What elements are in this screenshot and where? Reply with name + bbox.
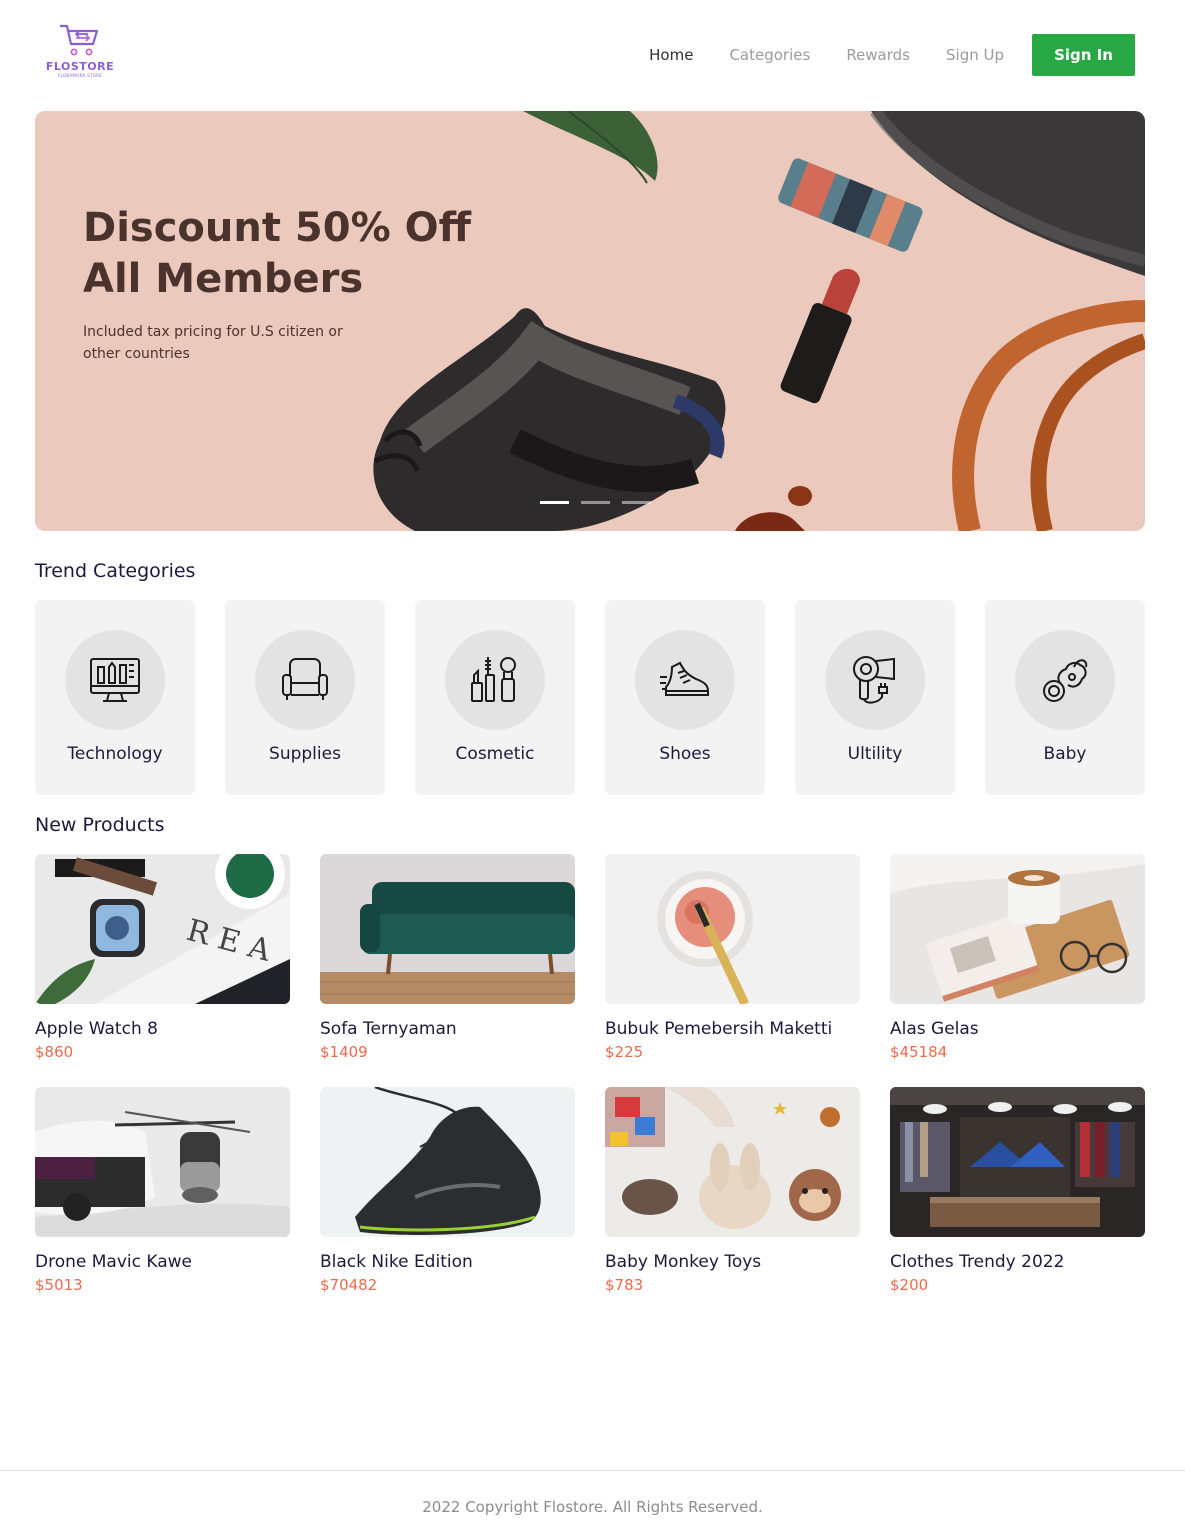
carousel-dot-1[interactable] [540, 501, 569, 504]
product-price: $200 [890, 1276, 929, 1294]
hero-title: Discount 50% Off All Members [83, 203, 543, 305]
product-price: $45184 [890, 1043, 948, 1061]
hero-banner[interactable]: Discount 50% Off All Members Included ta… [35, 111, 1145, 531]
new-products-title: New Products [35, 814, 165, 836]
hero-title-line-2: All Members [83, 256, 364, 302]
product-card[interactable]: Black Nike Edition $70482 [320, 1087, 575, 1320]
product-card[interactable]: Drone Mavic Kawe $5013 [35, 1087, 290, 1320]
site-footer: 2022 Copyright Flostore. All Rights Rese… [0, 1470, 1185, 1540]
product-name[interactable]: Clothes Trendy 2022 [890, 1252, 1145, 1272]
logo-subtitle: FLOBAMORA STORE [57, 73, 103, 78]
product-card[interactable]: R E A Apple Watch 8 $860 [35, 854, 290, 1087]
product-grid: R E A Apple Watch 8 $860 Sofa Ternyaman … [35, 854, 1145, 1320]
carousel-indicators [540, 501, 663, 504]
product-card[interactable]: Bubuk Pemebersih Maketti $225 [605, 854, 860, 1087]
product-image-nike-shoe[interactable] [320, 1087, 575, 1237]
nav-categories[interactable]: Categories [729, 46, 810, 64]
category-label: Ultility [847, 744, 903, 764]
category-card-technology[interactable]: Technology [35, 600, 195, 795]
copyright-text: 2022 Copyright Flostore. All Rights Rese… [422, 1498, 763, 1516]
product-name[interactable]: Sofa Ternyaman [320, 1019, 575, 1039]
category-icon-circle [445, 630, 545, 730]
site-header: FLOSTORE FLOBAMORA STORE Home Categories… [0, 0, 1185, 108]
product-card[interactable]: Baby Monkey Toys $783 [605, 1087, 860, 1320]
nav-home[interactable]: Home [649, 46, 693, 64]
product-name[interactable]: Baby Monkey Toys [605, 1252, 860, 1272]
monitor-icon [90, 658, 140, 702]
category-icon-circle [255, 630, 355, 730]
category-label: Technology [67, 744, 163, 764]
product-price: $225 [605, 1043, 644, 1061]
product-image-clothes-store[interactable] [890, 1087, 1145, 1237]
store-logo[interactable]: FLOSTORE FLOBAMORA STORE [40, 22, 120, 86]
category-card-utility[interactable]: Ultility [795, 600, 955, 795]
pacifier-icon [1043, 659, 1088, 702]
category-label: Cosmetic [455, 744, 535, 764]
category-label: Baby [1043, 744, 1087, 764]
category-icon-circle [635, 630, 735, 730]
product-price: $5013 [35, 1276, 83, 1294]
product-name[interactable]: Drone Mavic Kawe [35, 1252, 290, 1272]
product-image-coasters[interactable] [890, 854, 1145, 1004]
product-image-apple-watch[interactable]: R E A [35, 854, 290, 1004]
hair-dryer-icon [853, 656, 895, 704]
category-card-baby[interactable]: Baby [985, 600, 1145, 795]
sneaker-icon [660, 661, 709, 696]
product-name[interactable]: Black Nike Edition [320, 1252, 575, 1272]
carousel-dot-3[interactable] [622, 501, 651, 504]
product-name[interactable]: Alas Gelas [890, 1019, 1145, 1039]
product-name[interactable]: Bubuk Pemebersih Maketti [605, 1019, 860, 1039]
product-image-baby-toys[interactable] [605, 1087, 860, 1237]
product-card[interactable]: Clothes Trendy 2022 $200 [890, 1087, 1145, 1320]
cosmetics-icon [471, 657, 516, 702]
category-icon-circle [825, 630, 925, 730]
product-price: $70482 [320, 1276, 378, 1294]
product-card[interactable]: Alas Gelas $45184 [890, 854, 1145, 1087]
product-price: $783 [605, 1276, 644, 1294]
nav-rewards[interactable]: Rewards [846, 46, 910, 64]
hero-title-line-1: Discount 50% Off [83, 205, 471, 251]
category-label: Supplies [269, 744, 341, 764]
product-image-sofa[interactable] [320, 854, 575, 1004]
carousel-dot-2[interactable] [581, 501, 610, 504]
armchair-icon [282, 658, 328, 700]
product-price: $860 [35, 1043, 74, 1061]
product-price: $1409 [320, 1043, 368, 1061]
main-nav: Home Categories Rewards Sign Up Sign In [613, 34, 1135, 76]
category-list: Technology Supplies Cosmetic Shoes Ultil… [35, 600, 1145, 795]
category-icon-circle [65, 630, 165, 730]
product-image-cosmetic-powder[interactable] [605, 854, 860, 1004]
category-card-cosmetic[interactable]: Cosmetic [415, 600, 575, 795]
trend-categories-title: Trend Categories [35, 560, 196, 582]
nav-sign-up[interactable]: Sign Up [946, 46, 1004, 64]
category-card-supplies[interactable]: Supplies [225, 600, 385, 795]
product-card[interactable]: Sofa Ternyaman $1409 [320, 854, 575, 1087]
category-icon-circle [1015, 630, 1115, 730]
product-image-drone[interactable] [35, 1087, 290, 1237]
product-name[interactable]: Apple Watch 8 [35, 1019, 290, 1039]
category-card-shoes[interactable]: Shoes [605, 600, 765, 795]
sign-in-button[interactable]: Sign In [1032, 34, 1135, 76]
logo-name: FLOSTORE [45, 60, 115, 73]
cart-logo-icon [60, 24, 99, 56]
category-label: Shoes [659, 744, 711, 764]
hero-subtitle: Included tax pricing for U.S citizen or … [83, 324, 343, 362]
